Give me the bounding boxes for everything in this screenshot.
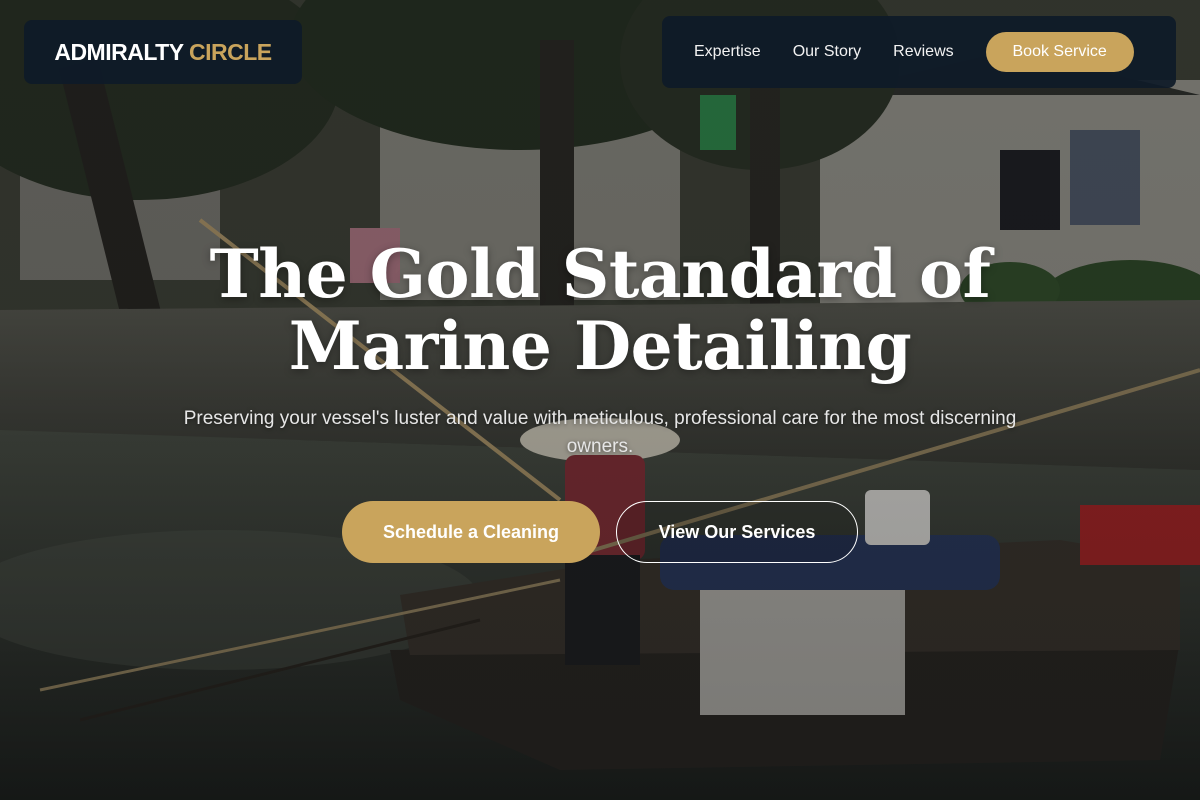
logo-name-main: ADMIRALTY	[54, 38, 184, 65]
view-services-button[interactable]: View Our Services	[616, 501, 858, 563]
hero-subheadline: Preserving your vessel's luster and valu…	[183, 408, 1017, 457]
nav-link-reviews[interactable]: Reviews	[893, 43, 953, 61]
logo-text: ADMIRALTY CIRCLE	[54, 38, 272, 66]
book-service-button[interactable]: Book Service	[985, 32, 1134, 72]
schedule-cleaning-button[interactable]: Schedule a Cleaning	[342, 501, 600, 563]
logo-name-accent: CIRCLE	[189, 38, 272, 65]
hero-headline: The Gold Standard of Marine Detailing	[0, 238, 1200, 382]
hero-section: ADMIRALTY CIRCLE Expertise Our Story Rev…	[0, 0, 1200, 800]
nav-link-expertise[interactable]: Expertise	[694, 43, 761, 61]
hero-dark-overlay	[0, 0, 1200, 800]
nav-link-our-story[interactable]: Our Story	[793, 43, 861, 61]
hero-headline-line1: The Gold Standard of	[209, 235, 991, 313]
logo[interactable]: ADMIRALTY CIRCLE	[24, 20, 302, 84]
hero-headline-line2: Marine Detailing	[288, 307, 912, 385]
main-nav: Expertise Our Story Reviews Book Service	[662, 16, 1176, 88]
